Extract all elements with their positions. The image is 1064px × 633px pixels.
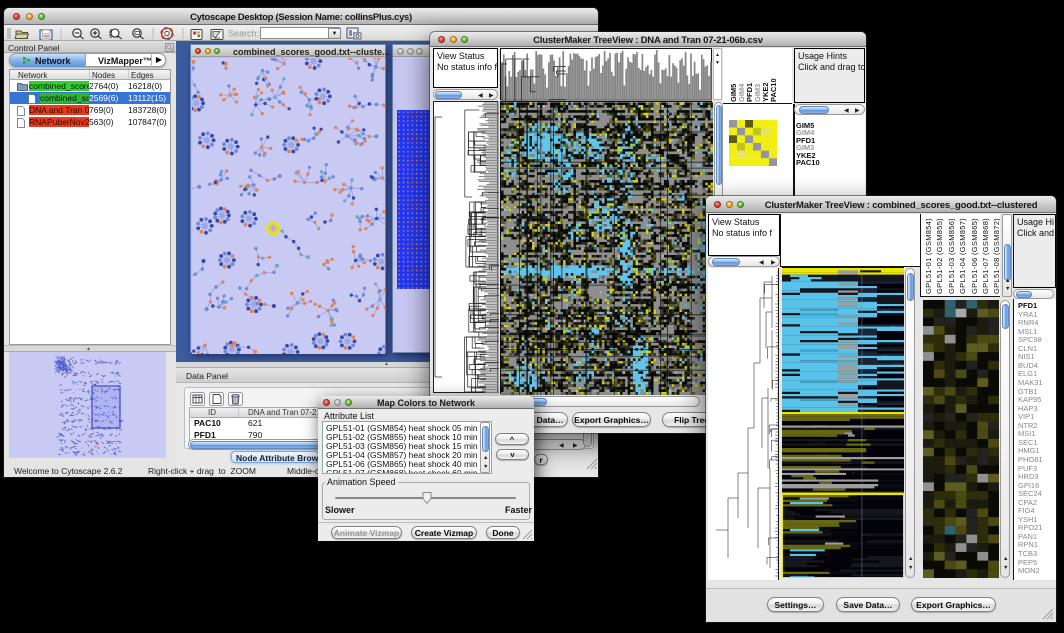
svg-text:Search:: Search: [228, 29, 259, 39]
